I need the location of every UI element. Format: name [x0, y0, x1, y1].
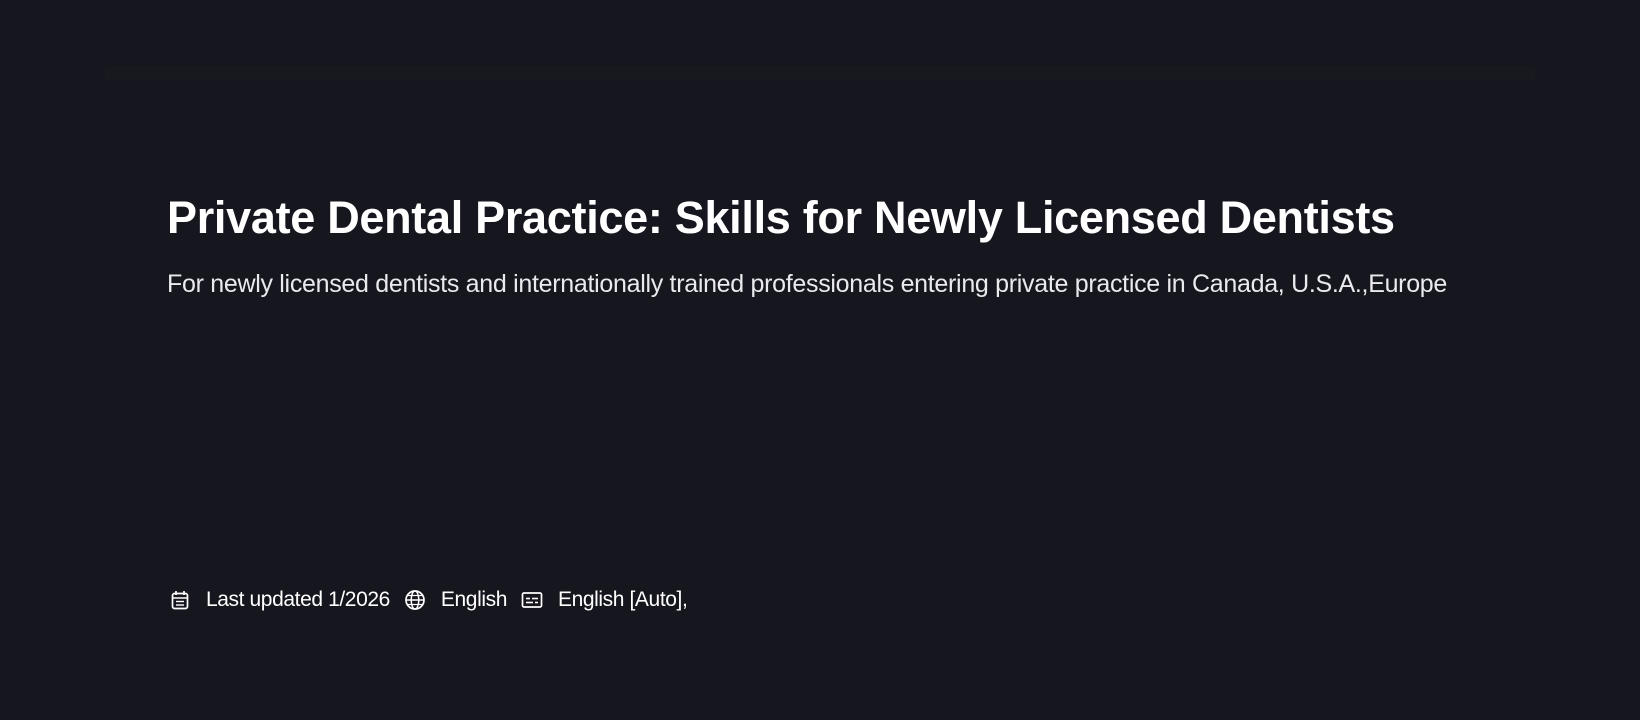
- globe-icon: [404, 589, 426, 611]
- last-updated-text: Last updated 1/2026: [206, 588, 390, 611]
- top-band: [105, 66, 1535, 80]
- language-text: English: [440, 588, 507, 611]
- course-meta-row: Last updated 1/2026 English English [Aut: [169, 584, 701, 616]
- closed-captions-icon: [521, 589, 543, 611]
- last-updated: Last updated 1/2026: [169, 588, 390, 612]
- language: English: [404, 588, 507, 612]
- course-subtitle: For newly licensed dentists and internat…: [167, 270, 1448, 298]
- calendar-icon: [169, 589, 191, 611]
- course-title: Private Dental Practice: Skills for Newl…: [167, 192, 1395, 243]
- captions-text: English [Auto],: [557, 588, 688, 611]
- captions: English [Auto],: [521, 588, 688, 612]
- course-header: Private Dental Practice: Skills for Newl…: [167, 190, 1507, 307]
